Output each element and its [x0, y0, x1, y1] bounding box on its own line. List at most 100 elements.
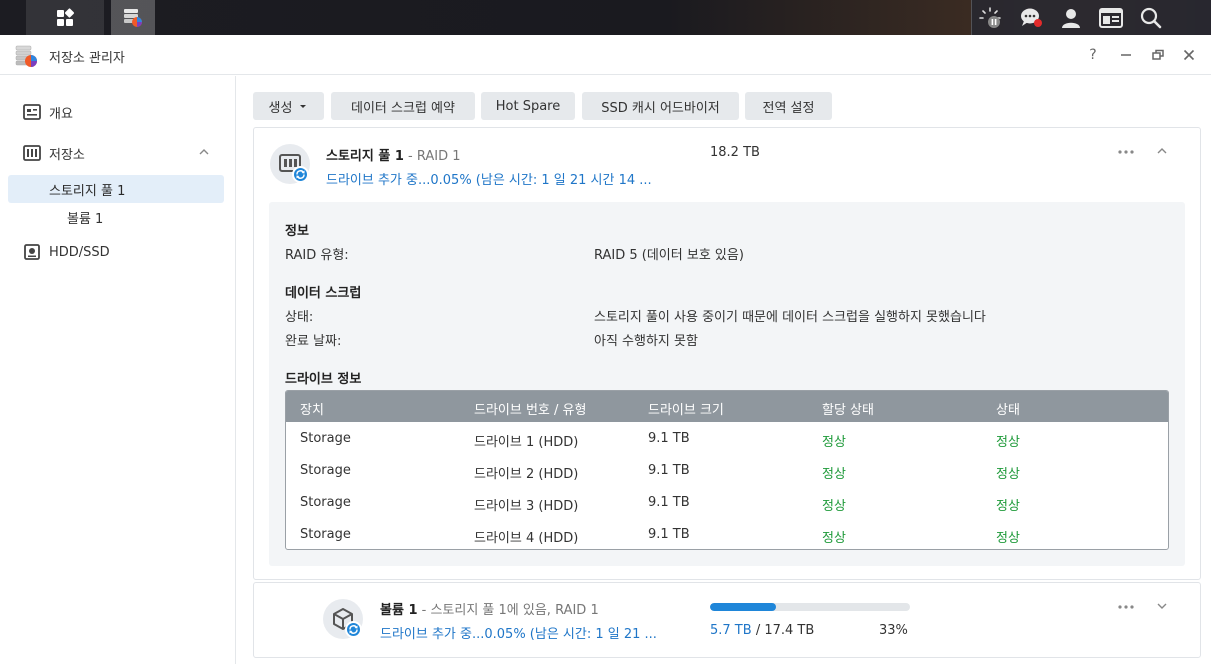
help-button[interactable]: ? — [1083, 45, 1103, 65]
raid-type-value: RAID 5 (데이터 보호 있음) — [594, 248, 744, 263]
notifications-button[interactable] — [1011, 0, 1051, 35]
cell-size: 9.1 TB — [648, 495, 690, 510]
minimize-icon — [1121, 54, 1131, 56]
global-settings-button[interactable]: 전역 설정 — [745, 92, 832, 120]
more-options-icon[interactable] — [1117, 149, 1135, 155]
pool-title-line: 스토리지 풀 1 - RAID 1 — [326, 145, 461, 164]
minimize-button[interactable] — [1116, 45, 1136, 65]
hot-spare-button[interactable]: Hot Spare — [481, 92, 575, 120]
ssd-cache-advisor-button[interactable]: SSD 캐시 어드바이저 — [582, 92, 739, 120]
scrub-schedule-button[interactable]: 데이터 스크럽 예약 — [331, 92, 475, 120]
raid-type-label: RAID 유형: — [285, 248, 349, 263]
table-row[interactable]: Storage 드라이브 1 (HDD) 9.1 TB 정상 정상 — [286, 423, 1168, 455]
cell-device: Storage — [300, 527, 351, 542]
cell-allocation: 정상 — [822, 499, 846, 514]
drive-table-header: 장치 드라이브 번호 / 유형 드라이브 크기 할당 상태 상태 — [286, 391, 1168, 422]
column-header: 상태 — [996, 403, 1020, 418]
widgets-button[interactable] — [1091, 0, 1131, 35]
cell-device: Storage — [300, 431, 351, 446]
chevron-down-icon[interactable] — [1156, 600, 1168, 612]
column-header: 드라이브 크기 — [648, 403, 724, 418]
pool-status[interactable]: 드라이브 추가 중...0.05% (남은 시간: 1 일 21 시간 14 .… — [326, 169, 652, 188]
ssd-cache-advisor-label: SSD 캐시 어드바이저 — [601, 100, 720, 116]
window-titlebar[interactable]: 저장소 관리자 ? — [0, 35, 1211, 75]
volume-percent: 33% — [879, 623, 908, 638]
tray-separator — [971, 0, 972, 35]
sidebar-item-volume-1[interactable]: 볼륨 1 — [8, 203, 224, 231]
main-panel: 생성 데이터 스크럽 예약 Hot Spare SSD 캐시 어드바이저 전역 … — [237, 76, 1211, 664]
resource-monitor-button[interactable] — [971, 0, 1011, 35]
taskbar — [0, 0, 1211, 35]
main-menu-icon — [57, 7, 75, 26]
taskbar-tray — [971, 0, 1211, 35]
cell-allocation: 정상 — [822, 467, 846, 482]
volume-card: 볼륨 1 - 스토리지 풀 1에 있음, RAID 1 드라이브 추가 중...… — [253, 582, 1201, 658]
sidebar-item-overview[interactable]: 개요 — [8, 98, 224, 126]
volume-total: / 17.4 TB — [755, 623, 815, 638]
volume-icon-wrap — [323, 599, 363, 639]
hot-spare-label: Hot Spare — [495, 98, 561, 114]
volume-usage-fill — [710, 603, 776, 611]
sync-icon — [349, 625, 358, 634]
cell-drive: 드라이브 4 (HDD) — [474, 531, 579, 546]
help-icon: ? — [1089, 47, 1097, 63]
volume-status[interactable]: 드라이브 추가 중...0.05% (남은 시간: 1 일 21 ... — [380, 623, 657, 642]
search-button[interactable] — [1131, 0, 1171, 35]
cell-device: Storage — [300, 495, 351, 510]
storage-pool-icon-wrap — [270, 144, 310, 184]
sync-icon — [296, 170, 305, 179]
volume-title-line: 볼륨 1 - 스토리지 풀 1에 있음, RAID 1 — [380, 599, 599, 618]
column-header: 장치 — [300, 403, 324, 418]
volume-usage-text: 5.7 TB / 17.4 TB — [710, 623, 814, 638]
storage-manager-icon — [15, 45, 37, 67]
window-title: 저장소 관리자 — [49, 51, 125, 66]
drive-table: 장치 드라이브 번호 / 유형 드라이브 크기 할당 상태 상태 Storage… — [285, 390, 1169, 550]
restore-icon — [1152, 49, 1164, 60]
create-button[interactable]: 생성 — [253, 92, 324, 120]
cell-size: 9.1 TB — [648, 463, 690, 478]
section-info-title: 정보 — [285, 224, 309, 239]
user-button[interactable] — [1051, 0, 1091, 35]
restore-button[interactable] — [1148, 45, 1168, 65]
sidebar-item-hdd-ssd[interactable]: HDD/SSD — [8, 238, 224, 266]
storage-manager-app-icon — [124, 8, 142, 27]
volume-name: 볼륨 1 — [380, 603, 418, 618]
scrub-state-value: 스토리지 풀이 사용 중이기 때문에 데이터 스크럽을 실행하지 못했습니다 — [594, 310, 986, 325]
close-icon — [1183, 49, 1195, 61]
scrub-completed-value: 아직 수행하지 못함 — [594, 334, 698, 349]
cell-size: 9.1 TB — [648, 431, 690, 446]
storage-icon — [23, 145, 41, 161]
cell-drive: 드라이브 2 (HDD) — [474, 467, 579, 482]
volume-usage-bar — [710, 603, 910, 611]
column-header: 드라이브 번호 / 유형 — [474, 403, 587, 418]
sidebar-item-label: 개요 — [49, 106, 73, 122]
main-menu-button[interactable] — [26, 0, 104, 35]
create-button-label: 생성 — [268, 100, 293, 116]
table-row[interactable]: Storage 드라이브 4 (HDD) 9.1 TB 정상 정상 — [286, 519, 1168, 549]
volume-suffix: - 스토리지 풀 1에 있음, RAID 1 — [421, 603, 599, 618]
resource-monitor-icon — [979, 6, 1001, 28]
hdd-icon — [24, 244, 40, 260]
sidebar-item-storage[interactable]: 저장소 — [8, 139, 224, 167]
storage-manager-taskbar-button[interactable] — [111, 0, 155, 35]
table-row[interactable]: Storage 드라이브 2 (HDD) 9.1 TB 정상 정상 — [286, 455, 1168, 487]
more-options-icon[interactable] — [1117, 604, 1135, 610]
section-scrub-title: 데이터 스크럽 — [285, 286, 362, 301]
sidebar-item-label: HDD/SSD — [49, 244, 110, 260]
chevron-up-icon[interactable] — [1156, 145, 1168, 157]
sidebar-item-label: 볼륨 1 — [67, 211, 104, 227]
chevron-up-icon[interactable] — [198, 146, 210, 158]
cell-status: 정상 — [996, 531, 1020, 546]
sync-badge — [292, 166, 309, 183]
global-settings-label: 전역 설정 — [762, 100, 815, 116]
table-row[interactable]: Storage 드라이브 3 (HDD) 9.1 TB 정상 정상 — [286, 487, 1168, 519]
close-button[interactable] — [1179, 45, 1199, 65]
cell-status: 정상 — [996, 435, 1020, 450]
cell-device: Storage — [300, 463, 351, 478]
cell-size: 9.1 TB — [648, 527, 690, 542]
sidebar-item-storage-pool-1[interactable]: 스토리지 풀 1 — [8, 175, 224, 203]
scrub-completed-label: 완료 날짜: — [285, 334, 342, 349]
sync-badge — [345, 621, 362, 638]
pool-name: 스토리지 풀 1 — [326, 149, 404, 164]
cell-status: 정상 — [996, 499, 1020, 514]
